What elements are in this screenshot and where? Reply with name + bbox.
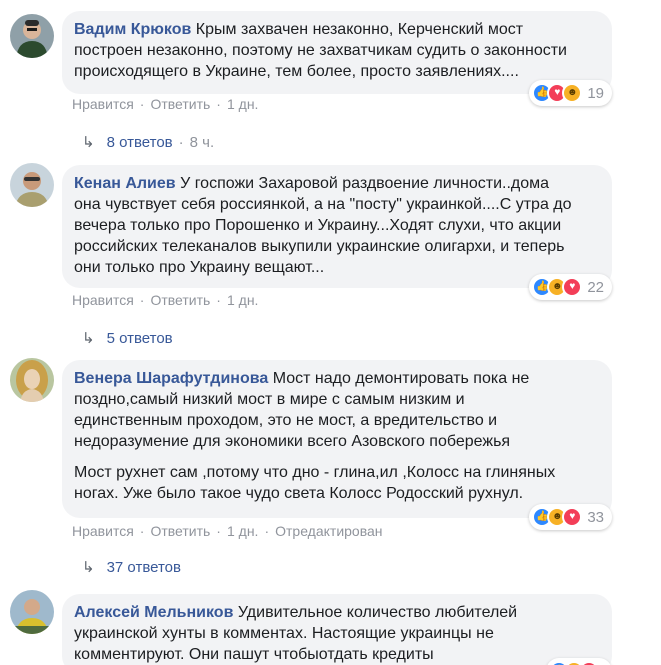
comment-actions: Нравится · Ответить · 1 дн. <box>72 292 258 308</box>
comment-actions: Нравится · Ответить · 1 дн. · Отредактир… <box>72 523 383 539</box>
comment-author[interactable]: Кенан Алиев <box>74 175 176 192</box>
separator: · <box>139 292 145 308</box>
comment-text-line: Крым захвачен незаконно, Керченский мост <box>195 21 524 38</box>
separator: · <box>216 292 221 308</box>
comment-text-line: они только про Украину вещают... <box>74 259 325 276</box>
replies-count[interactable]: 37 ответов <box>107 559 181 576</box>
comment-text-line: Удивительное количество любителей <box>237 604 518 621</box>
comment-text-line: комментируют. Они пашут чтобыотдать кред… <box>74 646 434 663</box>
separator: · <box>139 96 145 112</box>
comment-text-line: недоразумение для экономики всего Азовск… <box>74 433 511 450</box>
love-icon: ♥ <box>579 661 599 665</box>
like-link[interactable]: Нравится <box>72 292 134 308</box>
comment-bubble: Вадим Крюков Крым захвачен незаконно, Ке… <box>62 11 612 106</box>
reaction-count: 22 <box>587 278 604 296</box>
replies-time: 8 ч. <box>189 133 215 151</box>
comment-text-line: единственным проходом, это не мост, а вр… <box>74 412 498 429</box>
reply-arrow-icon: ↳ <box>82 330 95 347</box>
comment-text-line: построен незаконно, поэтому не захватчик… <box>74 42 567 59</box>
avatar[interactable] <box>10 163 54 207</box>
separator: · <box>178 133 184 151</box>
comment-text-line: У госпожи Захаровой раздвоение личности.… <box>180 175 550 192</box>
comment-bubble: Кенан Алиев У госпожи Захаровой раздвоен… <box>62 165 612 300</box>
reply-link[interactable]: Ответить <box>150 523 210 539</box>
separator: · <box>216 96 221 112</box>
comment-text-line: происходящего в Украине, тем более, прос… <box>74 63 519 80</box>
reactions-summary[interactable]: 👍 ☻ ♥ <box>546 658 612 665</box>
like-link[interactable]: Нравится <box>72 96 134 112</box>
reactions-summary[interactable]: 👍 ☻ ♥ 33 <box>529 504 612 530</box>
comment-text-line: Мост рухнет сам ,потому что дно - глина,… <box>74 464 556 481</box>
reactions-summary[interactable]: 👍 ♥ ☻ 19 <box>529 80 612 106</box>
comment-bubble: Алексей Мельников Удивительное количеств… <box>62 594 612 665</box>
love-icon: ♥ <box>562 277 583 297</box>
comment-text-line: украинской хунты в комментах. Настоящие … <box>74 625 494 642</box>
reply-link[interactable]: Ответить <box>150 292 210 308</box>
view-replies[interactable]: ↳ 5 ответов <box>82 329 173 348</box>
comment-text-line: она чувствует себя россиянкой, а на "пос… <box>74 196 572 213</box>
haha-icon: ☻ <box>562 83 583 103</box>
comment-text-line: ногах. Уже было такое чудо света Колосс … <box>74 485 524 502</box>
comment-paragraph: Мост рухнет сам ,потому что дно - глина,… <box>74 462 598 504</box>
reply-arrow-icon: ↳ <box>82 134 95 151</box>
edited-label[interactable]: Отредактирован <box>275 523 382 539</box>
avatar[interactable] <box>10 590 54 634</box>
comment-bubble: Венера Шарафутдинова Мост надо демонтиро… <box>62 360 612 530</box>
love-icon: ♥ <box>562 507 583 527</box>
avatar[interactable] <box>10 358 54 402</box>
reaction-count: 33 <box>587 508 604 526</box>
replies-count[interactable]: 8 ответов <box>107 134 173 151</box>
reaction-count: 19 <box>587 84 604 102</box>
comment-actions: Нравится · Ответить · 1 дн. <box>72 96 258 112</box>
comment-timestamp[interactable]: 1 дн. <box>227 96 258 112</box>
comment-author[interactable]: Венера Шарафутдинова <box>74 370 268 387</box>
comment-timestamp[interactable]: 1 дн. <box>227 523 258 539</box>
comment-text-line: российских телеканалов выкупили украинск… <box>74 238 565 255</box>
comment-author[interactable]: Алексей Мельников <box>74 604 233 621</box>
view-replies[interactable]: ↳ 37 ответов <box>82 558 181 577</box>
view-replies[interactable]: ↳ 8 ответов · 8 ч. <box>82 133 215 152</box>
comment-author[interactable]: Вадим Крюков <box>74 21 191 38</box>
comment-text-line: вечера только про Порошенко и Украину...… <box>74 217 562 234</box>
comment-text-line: Мост надо демонтировать пока не <box>272 370 530 387</box>
reply-arrow-icon: ↳ <box>82 559 95 576</box>
separator: · <box>216 523 221 539</box>
separator: · <box>139 523 145 539</box>
separator: · <box>264 523 270 539</box>
comment-text-line: поздно,самый низкий мост в мире с самым … <box>74 391 465 408</box>
avatar[interactable] <box>10 14 54 58</box>
replies-count[interactable]: 5 ответов <box>107 330 173 347</box>
like-link[interactable]: Нравится <box>72 523 134 539</box>
comment-timestamp[interactable]: 1 дн. <box>227 292 258 308</box>
reply-link[interactable]: Ответить <box>150 96 210 112</box>
reactions-summary[interactable]: 👍 ☻ ♥ 22 <box>529 274 612 300</box>
